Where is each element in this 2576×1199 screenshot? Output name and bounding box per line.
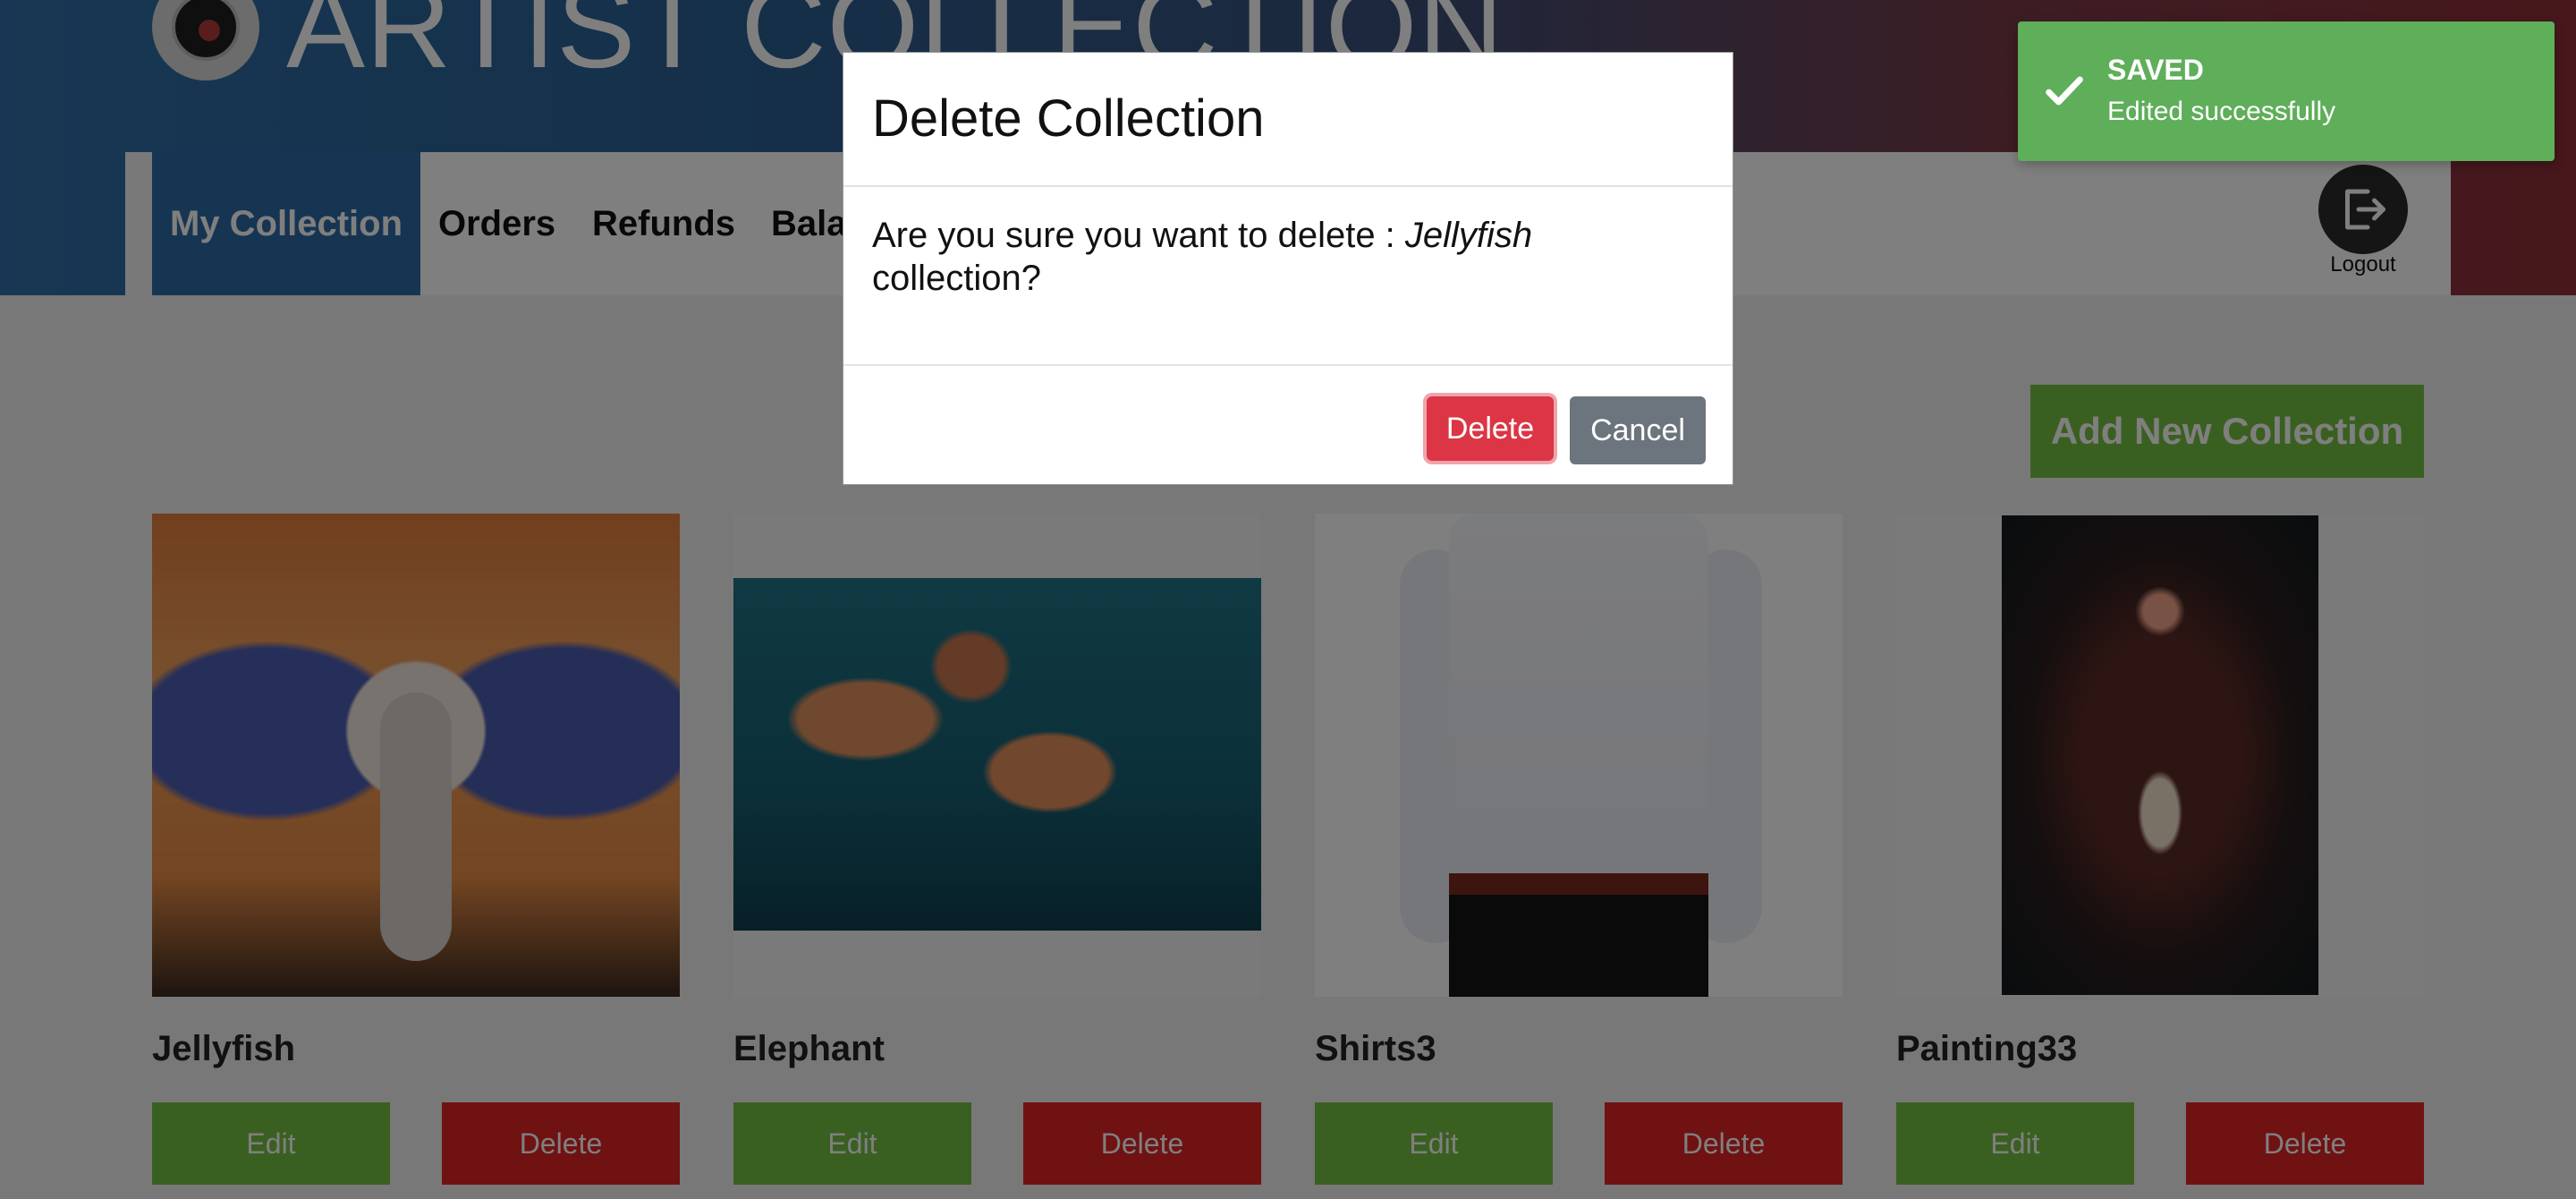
confirm-delete-button[interactable]: Delete: [1427, 396, 1554, 461]
delete-collection-modal: Delete Collection Are you sure you want …: [843, 52, 1733, 485]
modal-header: Delete Collection: [843, 53, 1733, 187]
modal-footer: Delete Cancel: [843, 364, 1733, 486]
message-suffix: collection?: [872, 259, 1042, 298]
cancel-button[interactable]: Cancel: [1570, 396, 1706, 464]
success-toast[interactable]: SAVED Edited successfully: [2018, 21, 2555, 161]
modal-message: Are you sure you want to delete : Jellyf…: [872, 214, 1677, 300]
message-collection-name: Jellyfish: [1404, 216, 1533, 255]
modal-title: Delete Collection: [872, 89, 1265, 148]
message-prefix: Are you sure you want to delete :: [872, 216, 1405, 255]
toast-title: SAVED: [2107, 54, 2204, 86]
check-icon: [2046, 76, 2083, 106]
toast-message: Edited successfully: [2107, 97, 2336, 126]
